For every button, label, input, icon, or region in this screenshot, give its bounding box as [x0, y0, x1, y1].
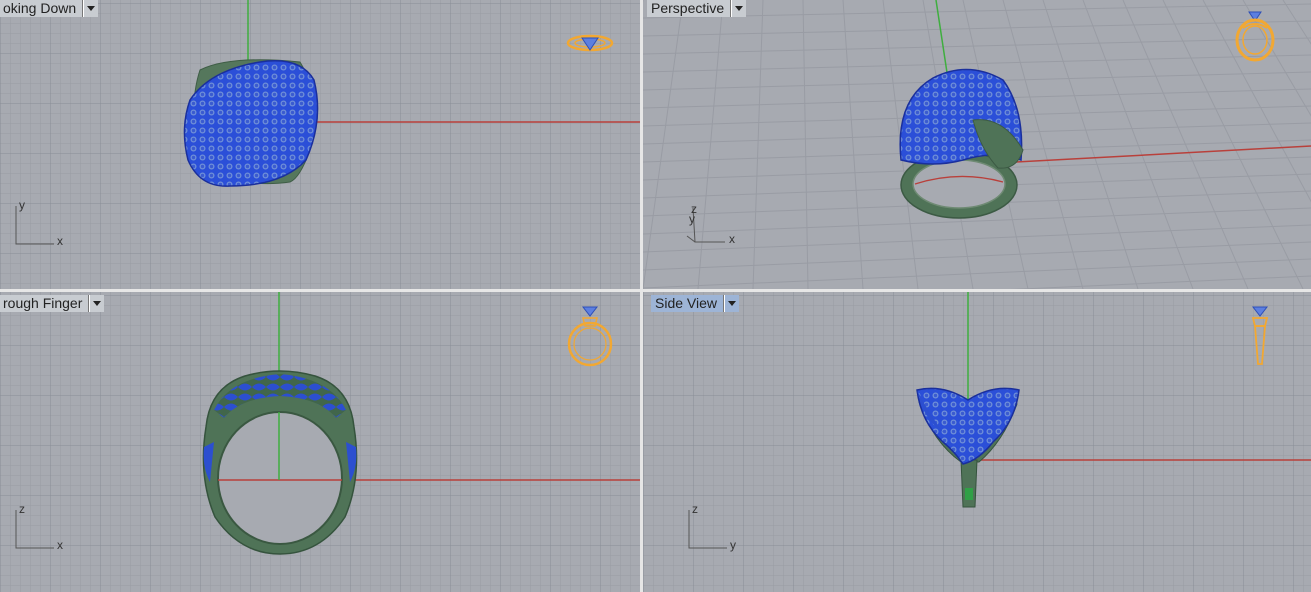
viewport-divider-vertical[interactable] — [640, 0, 643, 592]
axis-label-v: y — [689, 212, 695, 226]
viewport-top[interactable]: oking Down y x — [0, 0, 640, 289]
viewport-top-scene — [0, 0, 640, 289]
axis-label-h: x — [57, 234, 63, 248]
viewport-front[interactable]: rough Finger z x — [0, 292, 640, 592]
ring-model-top — [183, 59, 319, 187]
viewport-perspective[interactable]: Perspective z y x — [643, 0, 1311, 289]
ring-view-icon[interactable] — [562, 28, 618, 58]
axis-label-v: z — [692, 502, 698, 516]
viewport-front-scene — [0, 292, 640, 592]
axis-label-h: y — [730, 538, 736, 552]
viewport-divider-horizontal[interactable] — [0, 289, 1311, 292]
chevron-down-icon[interactable] — [724, 295, 740, 312]
chevron-down-icon[interactable] — [731, 0, 747, 17]
axis-label-h: x — [57, 538, 63, 552]
axis-indicator-side: z y — [687, 502, 747, 552]
viewport-title-label: rough Finger — [0, 295, 90, 312]
axis-indicator-front: z x — [14, 502, 74, 552]
viewport-title-label: Side View — [651, 295, 725, 312]
ring-view-icon[interactable] — [1235, 6, 1285, 66]
axis-indicator-top: y x — [14, 198, 74, 248]
ring-view-icon[interactable] — [1247, 304, 1275, 370]
viewport-title-label: Perspective — [647, 0, 732, 17]
axis-label-h: x — [729, 232, 735, 246]
axis-label-v: z — [19, 502, 25, 516]
chevron-down-icon[interactable] — [89, 295, 105, 312]
ring-model-perspective — [899, 68, 1024, 219]
viewport-side[interactable]: Side View z y — [643, 292, 1311, 592]
viewport-title-side[interactable]: Side View — [651, 295, 740, 312]
chevron-down-icon[interactable] — [83, 0, 99, 17]
viewport-title-perspective[interactable]: Perspective — [647, 0, 747, 17]
axis-label-v: y — [19, 198, 25, 212]
ring-model-front — [202, 370, 358, 555]
axis-indicator-perspective: z y x — [685, 202, 745, 252]
viewport-title-front[interactable]: rough Finger — [0, 295, 105, 312]
ring-view-icon[interactable] — [565, 304, 615, 368]
viewport-title-top[interactable]: oking Down — [0, 0, 99, 17]
viewport-title-label: oking Down — [0, 0, 84, 17]
